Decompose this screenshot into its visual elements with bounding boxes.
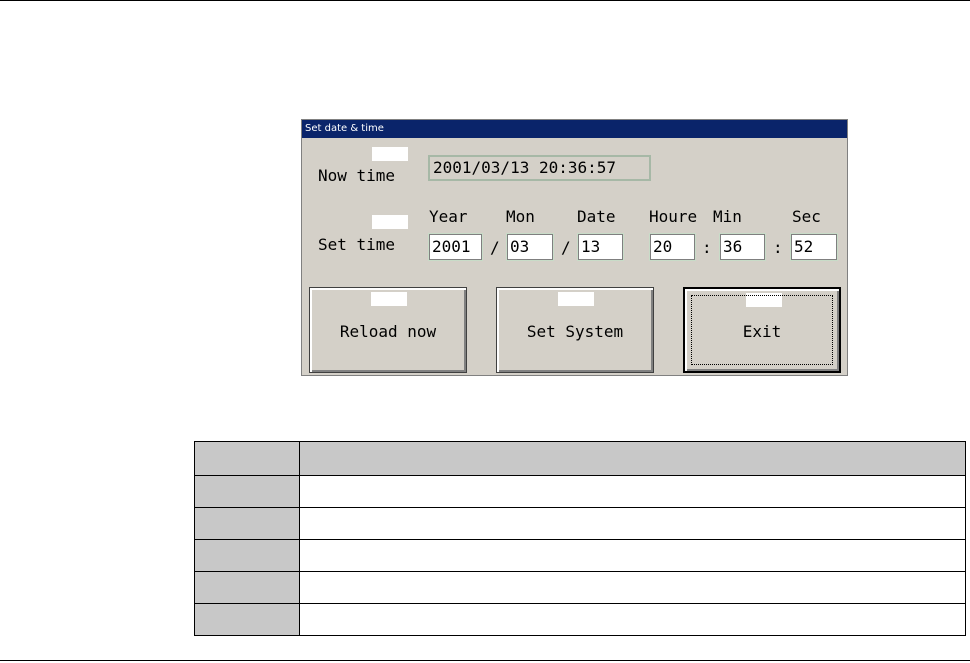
- table-row: [194, 475, 966, 508]
- set-time-label-tag: [372, 215, 408, 229]
- minute-input[interactable]: 36: [719, 233, 766, 261]
- time-separator: :: [773, 238, 783, 257]
- button-tag: [746, 293, 782, 307]
- set-system-label: Set System: [526, 321, 624, 341]
- table-cell: [194, 475, 300, 508]
- table-cell: [194, 571, 300, 604]
- bottom-rule: [0, 660, 970, 661]
- now-time-readout: 2001/03/13 20:36:57: [428, 155, 651, 181]
- hour-input[interactable]: 20: [649, 233, 696, 261]
- table-cell: [299, 571, 966, 604]
- date-input[interactable]: 13: [577, 233, 624, 261]
- button-tag: [371, 292, 407, 306]
- set-date-time-dialog: Set date & time Now time 2001/03/13 20:3…: [301, 119, 848, 376]
- reload-now-button[interactable]: Reload now: [309, 287, 467, 373]
- table-cell: [299, 441, 966, 476]
- table-cell: [299, 507, 966, 540]
- table-cell: [299, 475, 966, 508]
- min-header: Min: [713, 207, 742, 226]
- month-input[interactable]: 03: [506, 233, 554, 261]
- table-row: [194, 539, 966, 572]
- table-cell: [194, 603, 300, 636]
- table-row: [194, 507, 966, 540]
- button-tag: [558, 292, 594, 306]
- table-cell: [299, 603, 966, 636]
- time-separator: :: [702, 238, 712, 257]
- reload-now-label: Reload now: [339, 321, 437, 341]
- second-input[interactable]: 52: [790, 233, 838, 261]
- dialog-titlebar: Set date & time: [302, 120, 847, 138]
- sec-header: Sec: [792, 207, 821, 226]
- set-system-button[interactable]: Set System: [496, 287, 654, 373]
- table-row: [194, 603, 966, 636]
- exit-label: Exit: [742, 321, 782, 341]
- now-time-label: Now time: [318, 166, 396, 185]
- table-header-row: [194, 441, 966, 476]
- now-time-label-tag: [372, 147, 408, 161]
- description-table: [194, 441, 966, 636]
- date-separator: /: [561, 238, 571, 257]
- year-header: Year: [429, 207, 468, 226]
- year-input[interactable]: 2001: [428, 233, 483, 261]
- table-cell: [194, 507, 300, 540]
- table-row: [194, 571, 966, 604]
- table-cell: [194, 441, 300, 476]
- table-cell: [194, 539, 300, 572]
- top-rule: [0, 0, 970, 1]
- mon-header: Mon: [506, 207, 535, 226]
- hour-header: Houre: [649, 207, 698, 226]
- date-header: Date: [577, 207, 616, 226]
- set-time-label: Set time: [318, 235, 396, 254]
- date-separator: /: [490, 238, 500, 257]
- table-cell: [299, 539, 966, 572]
- exit-button[interactable]: Exit: [683, 287, 841, 373]
